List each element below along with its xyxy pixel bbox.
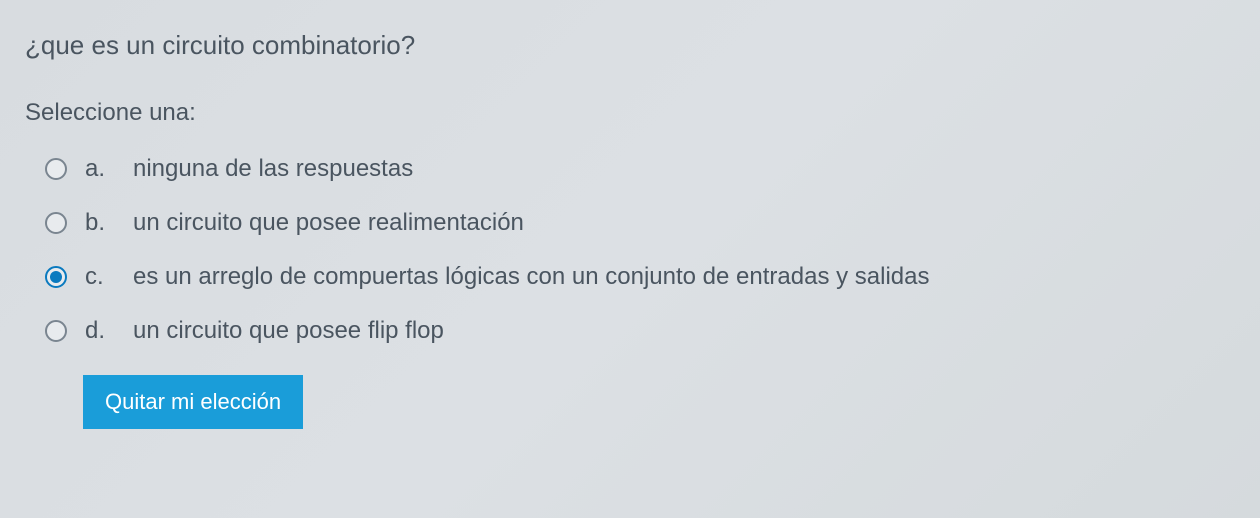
option-b[interactable]: b. un circuito que posee realimentación [45,209,1235,237]
option-text: es un arreglo de compuertas lógicas con … [133,263,930,291]
option-letter: b. [85,209,115,237]
option-text: un circuito que posee flip flop [133,317,444,345]
option-c[interactable]: c. es un arreglo de compuertas lógicas c… [45,263,1235,291]
option-letter: c. [85,263,115,291]
radio-a[interactable] [45,158,67,180]
question-text: ¿que es un circuito combinatorio? [25,30,1235,61]
option-text: ninguna de las respuestas [133,155,413,183]
options-list: a. ninguna de las respuestas b. un circu… [45,155,1235,345]
option-letter: d. [85,317,115,345]
option-d[interactable]: d. un circuito que posee flip flop [45,317,1235,345]
radio-c[interactable] [45,266,67,288]
option-letter: a. [85,155,115,183]
option-a[interactable]: a. ninguna de las respuestas [45,155,1235,183]
instruction-text: Seleccione una: [25,99,1235,127]
option-text: un circuito que posee realimentación [133,209,524,237]
radio-b[interactable] [45,212,67,234]
radio-d[interactable] [45,320,67,342]
clear-choice-button[interactable]: Quitar mi elección [83,375,303,429]
